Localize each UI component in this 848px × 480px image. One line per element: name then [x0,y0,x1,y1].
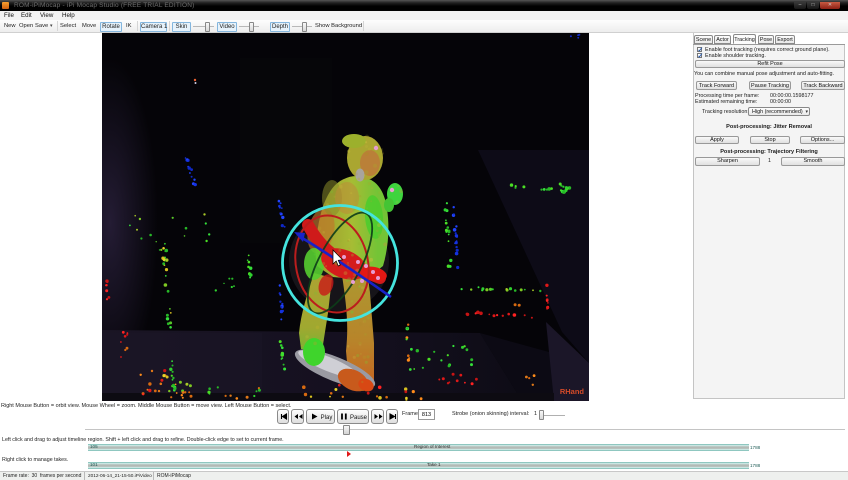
svg-text:RHand: RHand [560,387,585,396]
